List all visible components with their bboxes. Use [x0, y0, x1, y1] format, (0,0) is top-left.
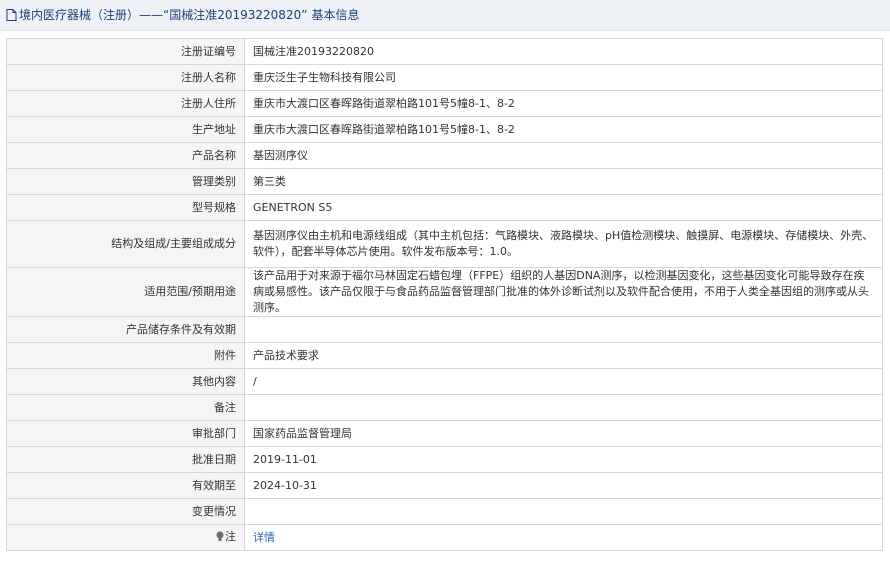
row-label: 产品名称 [6, 142, 245, 169]
table-row: 附件 产品技术要求 [6, 342, 883, 369]
row-value: 基因测序仪由主机和电源线组成（其中主机包括：气路模块、液路模块、pH值检测模块、… [244, 220, 883, 268]
row-value: 该产品用于对来源于福尔马林固定石蜡包埋（FFPE）组织的人基因DNA测序，以检测… [244, 267, 883, 317]
note-label: 注 [225, 529, 236, 543]
row-label: 附件 [6, 342, 245, 369]
row-value: / [244, 368, 883, 395]
row-value: 第三类 [244, 168, 883, 195]
lightbulb-icon [216, 531, 224, 547]
row-value: 国械注准20193220820 [244, 38, 883, 65]
row-value: 重庆市大渡口区春晖路街道翠柏路101号5幢8-1、8-2 [244, 90, 883, 117]
row-value [244, 316, 883, 343]
table-row: 结构及组成/主要组成成分 基因测序仪由主机和电源线组成（其中主机包括：气路模块、液… [6, 220, 883, 268]
row-label: 注册人住所 [6, 90, 245, 117]
row-value: 重庆市大渡口区春晖路街道翠柏路101号5幢8-1、8-2 [244, 116, 883, 143]
row-value: 基因测序仪 [244, 142, 883, 169]
title-registration-number: “国械注准20193220820” [163, 8, 308, 22]
row-label: 结构及组成/主要组成成分 [6, 220, 245, 268]
row-value [244, 394, 883, 421]
details-link[interactable]: 详情 [253, 531, 275, 544]
row-value: 产品技术要求 [244, 342, 883, 369]
table-row: 适用范围/预期用途 该产品用于对来源于福尔马林固定石蜡包埋（FFPE）组织的人基因… [6, 267, 883, 317]
row-label: 管理类别 [6, 168, 245, 195]
row-value: GENETRON S5 [244, 194, 883, 221]
table-row: 批准日期 2019-11-01 [6, 446, 883, 473]
table-row: 产品名称 基因测序仪 [6, 142, 883, 169]
row-value: 2024-10-31 [244, 472, 883, 499]
table-row: 注册证编号 国械注准20193220820 [6, 38, 883, 65]
device-info-table: 注册证编号 国械注准20193220820 注册人名称 重庆泛生子生物科技有限公司 … [6, 38, 883, 551]
row-label: 审批部门 [6, 420, 245, 447]
table-row: 生产地址 重庆市大渡口区春晖路街道翠柏路101号5幢8-1、8-2 [6, 116, 883, 143]
title-suffix: 基本信息 [311, 8, 360, 22]
table-row: 审批部门 国家药品监督管理局 [6, 420, 883, 447]
row-value [244, 498, 883, 525]
note-label-cell: 注 [6, 524, 245, 551]
table-row: 型号规格 GENETRON S5 [6, 194, 883, 221]
title-prefix: 境内医疗器械（注册）—— [19, 8, 164, 22]
row-label: 型号规格 [6, 194, 245, 221]
note-value-cell: 详情 [244, 524, 883, 551]
row-value: 国家药品监督管理局 [244, 420, 883, 447]
row-value: 2019-11-01 [244, 446, 883, 473]
row-label: 产品储存条件及有效期 [6, 316, 245, 343]
table-row: 有效期至 2024-10-31 [6, 472, 883, 499]
row-label: 其他内容 [6, 368, 245, 395]
row-label: 变更情况 [6, 498, 245, 525]
row-label: 注册证编号 [6, 38, 245, 65]
row-label: 批准日期 [6, 446, 245, 473]
table-row: 注册人名称 重庆泛生子生物科技有限公司 [6, 64, 883, 91]
row-label: 生产地址 [6, 116, 245, 143]
table-row: 其他内容 / [6, 368, 883, 395]
row-label: 有效期至 [6, 472, 245, 499]
row-value: 重庆泛生子生物科技有限公司 [244, 64, 883, 91]
row-label: 备注 [6, 394, 245, 421]
row-label: 注册人名称 [6, 64, 245, 91]
table-row: 备注 [6, 394, 883, 421]
table-row: 注 详情 [6, 524, 883, 551]
table-row: 管理类别 第三类 [6, 168, 883, 195]
table-row: 变更情况 [6, 498, 883, 525]
table-row: 产品储存条件及有效期 [6, 316, 883, 343]
row-label: 适用范围/预期用途 [6, 267, 245, 317]
page-header: 境内医疗器械（注册）——“国械注准20193220820” 基本信息 [0, 0, 890, 31]
document-icon [6, 2, 17, 32]
table-row: 注册人住所 重庆市大渡口区春晖路街道翠柏路101号5幢8-1、8-2 [6, 90, 883, 117]
